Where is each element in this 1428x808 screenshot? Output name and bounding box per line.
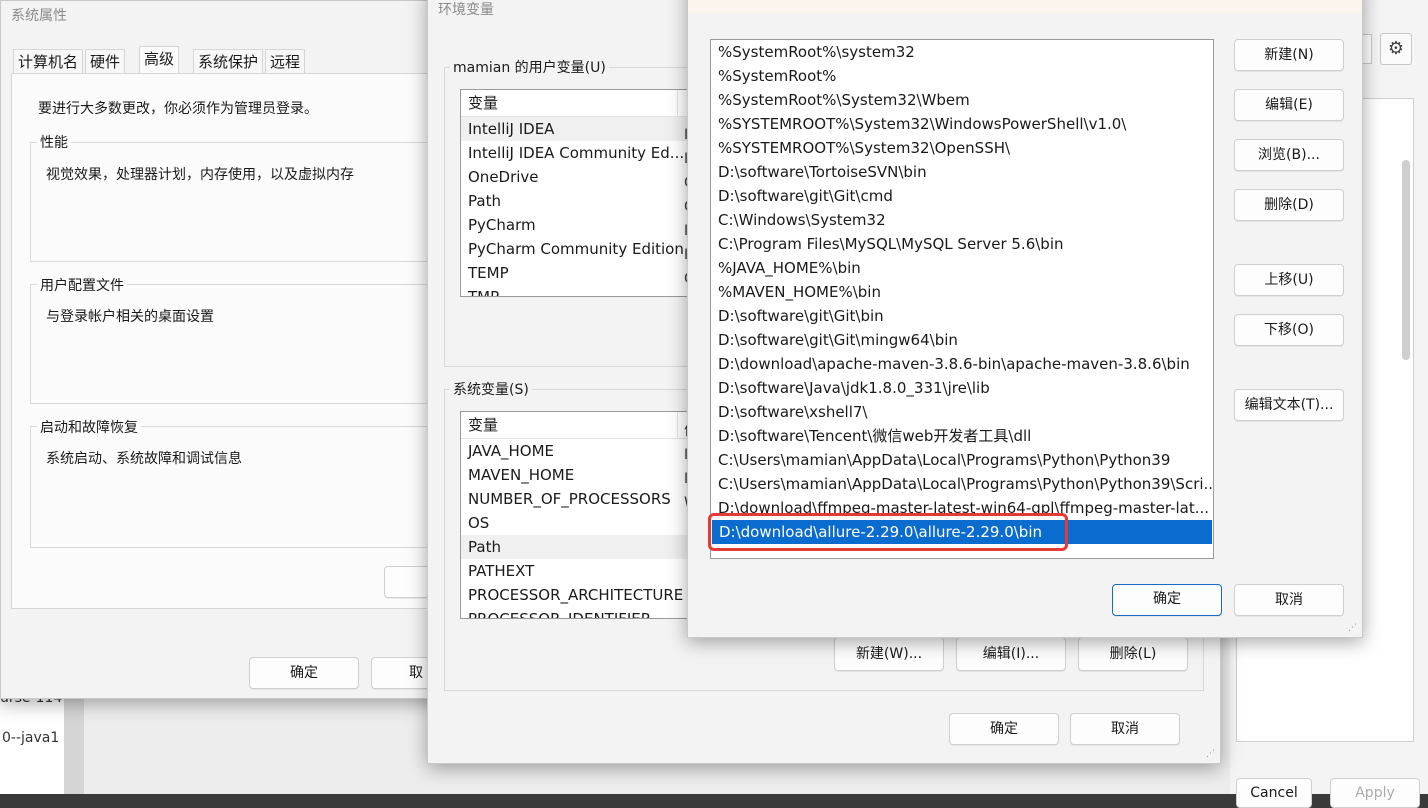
new-button[interactable]: 新建(N) (1234, 39, 1344, 71)
list-item[interactable]: OS (461, 511, 691, 535)
edit-text-button[interactable]: 编辑文本(T)... (1234, 389, 1344, 421)
column-variable: 变量 (468, 94, 499, 112)
list-item[interactable]: NUMBER_OF_PROCESSORS (461, 487, 691, 511)
title-bar (688, 0, 1362, 13)
list-item[interactable]: PROCESSOR_IDENTIFIER (461, 607, 691, 618)
path-entry[interactable]: %SYSTEMROOT%\System32\WindowsPowerShell\… (711, 112, 1213, 136)
list-item[interactable]: PATHEXT (461, 559, 691, 583)
list-item[interactable]: Path (461, 189, 691, 213)
admin-note: 要进行大多数更改，你必须作为管理员登录。 (38, 101, 318, 117)
ok-button[interactable]: 确定 (1112, 584, 1222, 616)
performance-group (30, 142, 470, 262)
tab-remote[interactable]: 远程 (265, 49, 306, 74)
background-apply-button[interactable]: Apply (1330, 778, 1420, 808)
list-item[interactable]: JAVA_HOME (461, 439, 691, 463)
delete-button[interactable]: 删除(D) (1234, 189, 1344, 221)
browse-button[interactable]: 浏览(B)... (1234, 139, 1344, 171)
list-item[interactable]: Path (461, 535, 691, 559)
edit-path-dialog: %SystemRoot%\system32 %SystemRoot% %Syst… (687, 0, 1363, 638)
ok-button[interactable]: 确定 (949, 713, 1059, 745)
startup-group (30, 426, 470, 548)
tab-hardware[interactable]: 硬件 (85, 49, 126, 74)
resize-grip-icon[interactable]: ⋰ (1348, 623, 1357, 633)
path-entry[interactable]: %SystemRoot%\System32\Wbem (711, 88, 1213, 112)
path-entry[interactable]: D:\software\xshell7\ (711, 400, 1213, 424)
path-entry[interactable]: %SystemRoot% (711, 64, 1213, 88)
background-cancel-button[interactable]: Cancel (1236, 778, 1312, 808)
list-item[interactable]: MAVEN_HOME (461, 463, 691, 487)
profiles-label: 用户配置文件 (37, 275, 127, 295)
move-up-button[interactable]: 上移(U) (1234, 264, 1344, 296)
system-properties-dialog: 系统属性 计算机名 硬件 高级 系统保护 远程 要进行大多数更改，你必须作为管理… (0, 0, 470, 699)
background-scrollbar[interactable] (1402, 160, 1410, 360)
move-down-button[interactable]: 下移(O) (1234, 314, 1344, 346)
user-vars-label: mamian 的用户变量(U) (450, 57, 609, 77)
path-entry[interactable]: C:\Users\mamian\AppData\Local\Programs\P… (711, 472, 1213, 496)
window-title: 环境变量 (438, 2, 494, 18)
path-entry[interactable]: D:\software\git\Git\mingw64\bin (711, 328, 1213, 352)
window-title: 系统属性 (11, 8, 67, 24)
list-item[interactable]: OneDrive (461, 165, 691, 189)
resize-grip-icon[interactable]: ⋰ (1206, 749, 1215, 759)
list-item[interactable]: PyCharm (461, 213, 691, 237)
profiles-group (30, 284, 470, 404)
system-vars-header[interactable]: 变量 (461, 412, 691, 439)
profiles-desc: 与登录帐户相关的桌面设置 (46, 309, 214, 325)
list-item[interactable]: IntelliJ IDEA (461, 117, 691, 141)
path-entry[interactable]: %SYSTEMROOT%\System32\OpenSSH\ (711, 136, 1213, 160)
performance-label: 性能 (37, 132, 71, 152)
system-delete-button[interactable]: 删除(L) (1078, 637, 1188, 671)
highlight-box (708, 513, 1068, 551)
cancel-button[interactable]: 取消 (1070, 713, 1180, 745)
list-item[interactable]: IntelliJ IDEA Community Ed... (461, 141, 691, 165)
column-variable: 变量 (468, 416, 499, 434)
edit-button[interactable]: 编辑(E) (1234, 89, 1344, 121)
path-entry[interactable]: C:\Users\mamian\AppData\Local\Programs\P… (711, 448, 1213, 472)
list-item[interactable]: PROCESSOR_ARCHITECTURE (461, 583, 691, 607)
user-vars-header[interactable]: 变量 (461, 90, 691, 117)
tab-computer-name[interactable]: 计算机名 (13, 49, 84, 74)
system-edit-button[interactable]: 编辑(I)... (956, 637, 1066, 671)
tab-system-protection[interactable]: 系统保护 (193, 49, 264, 74)
background-text-2: 0--java1 (2, 730, 60, 746)
path-entry[interactable]: D:\software\TortoiseSVN\bin (711, 160, 1213, 184)
ok-button[interactable]: 确定 (249, 657, 359, 689)
path-entry[interactable]: D:\software\git\Git\cmd (711, 184, 1213, 208)
tab-advanced[interactable]: 高级 (139, 46, 180, 75)
list-item[interactable]: PyCharm Community Edition (461, 237, 691, 261)
path-entry[interactable]: %SystemRoot%\system32 (711, 40, 1213, 64)
performance-desc: 视觉效果，处理器计划，内存使用，以及虚拟内存 (46, 167, 354, 183)
system-new-button[interactable]: 新建(W)... (834, 637, 944, 671)
startup-label: 启动和故障恢复 (37, 417, 141, 437)
list-item[interactable]: TEMP (461, 261, 691, 285)
path-entry[interactable]: D:\software\Java\jdk1.8.0_331\jre\lib (711, 376, 1213, 400)
path-entry[interactable]: D:\software\git\Git\bin (711, 304, 1213, 328)
path-entry[interactable]: %JAVA_HOME%\bin (711, 256, 1213, 280)
list-item[interactable]: TMP (461, 285, 691, 296)
startup-desc: 系统启动、系统故障和调试信息 (46, 451, 242, 467)
user-vars-list[interactable]: 变量 IntelliJ IDEA IntelliJ IDEA Community… (460, 89, 692, 297)
path-entry[interactable]: C:\Program Files\MySQL\MySQL Server 5.6\… (711, 232, 1213, 256)
cancel-button[interactable]: 取消 (1234, 584, 1344, 616)
path-entry[interactable]: C:\Windows\System32 (711, 208, 1213, 232)
path-entry[interactable]: D:\download\apache-maven-3.8.6-bin\apach… (711, 352, 1213, 376)
path-entry[interactable]: D:\software\Tencent\微信web开发者工具\dll (711, 424, 1213, 448)
system-vars-label: 系统变量(S) (450, 379, 532, 399)
path-entry[interactable]: %MAVEN_HOME%\bin (711, 280, 1213, 304)
system-vars-list[interactable]: 变量 JAVA_HOME MAVEN_HOME NUMBER_OF_PROCES… (460, 411, 692, 619)
tab-panel: 要进行大多数更改，你必须作为管理员登录。 性能 视觉效果，处理器计划，内存使用，… (11, 73, 470, 609)
gear-icon-button[interactable]: ⚙ (1380, 33, 1412, 65)
path-entries-list[interactable]: %SystemRoot%\system32 %SystemRoot% %Syst… (710, 39, 1214, 559)
